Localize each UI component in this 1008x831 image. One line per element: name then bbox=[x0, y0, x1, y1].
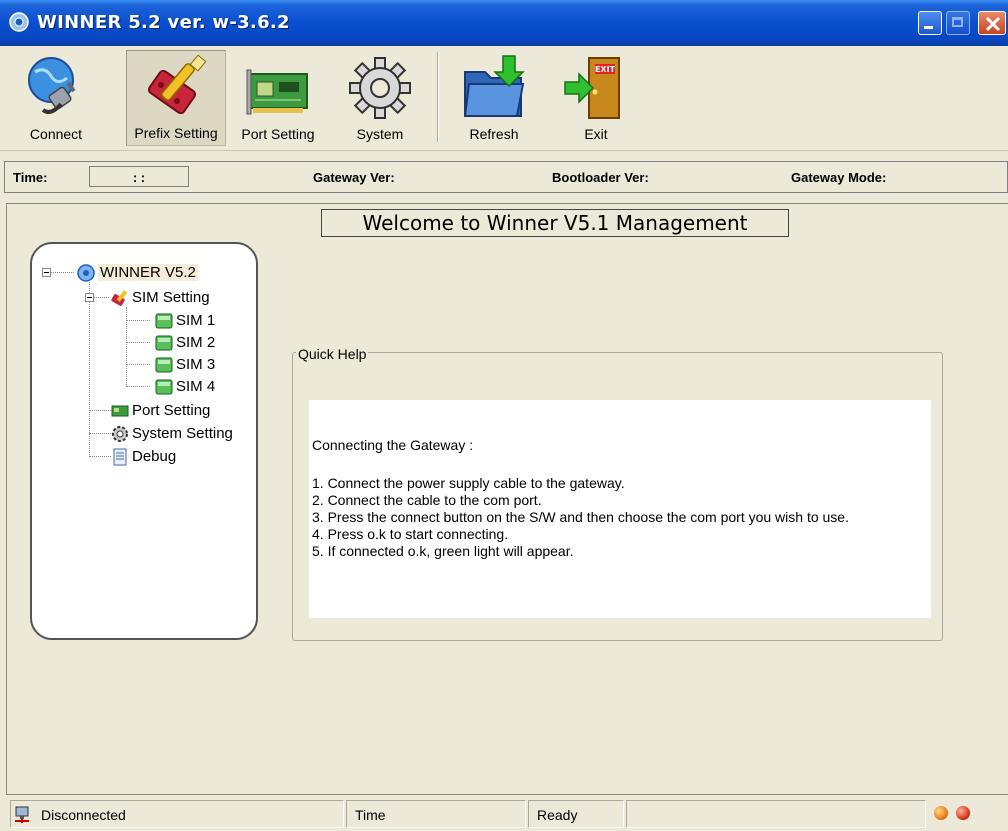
port-setting-card-icon bbox=[246, 69, 308, 115]
tree-sim-setting-label: SIM Setting bbox=[132, 289, 210, 306]
status-state-text: Ready bbox=[537, 807, 578, 823]
minimize-button[interactable] bbox=[918, 11, 942, 35]
tree-debug-label: Debug bbox=[132, 448, 177, 465]
sim-card-icon bbox=[155, 379, 173, 395]
port-setting-label: Port Setting bbox=[241, 126, 315, 142]
tree-line bbox=[126, 342, 150, 343]
tree-line bbox=[126, 386, 150, 387]
tree-port-setting-label: Port Setting bbox=[132, 402, 211, 419]
svg-text:EXIT: EXIT bbox=[595, 65, 616, 74]
gear-globe-icon bbox=[77, 264, 95, 282]
app-gear-icon bbox=[9, 12, 29, 32]
sim-card-icon bbox=[155, 335, 173, 351]
port-setting-card-icon bbox=[111, 405, 129, 417]
tree-line bbox=[89, 456, 111, 457]
exit-door-icon: EXIT bbox=[564, 57, 620, 119]
connect-label: Connect bbox=[29, 126, 83, 142]
tree-collapse-root[interactable] bbox=[42, 268, 51, 277]
tree-line bbox=[93, 297, 109, 298]
quick-help-step: 1. Connect the power supply cable to the… bbox=[312, 475, 625, 491]
maximize-button[interactable] bbox=[946, 11, 970, 35]
refresh-button[interactable]: Refresh bbox=[446, 50, 542, 146]
exit-label: Exit bbox=[584, 126, 608, 142]
tree-sim-label: SIM 4 bbox=[176, 378, 216, 395]
tree-sim-label: SIM 1 bbox=[176, 312, 216, 329]
tree-line bbox=[89, 410, 111, 411]
window-title: WINNER 5.2 ver. w-3.6.2 bbox=[37, 12, 290, 33]
status-state-panel: Ready bbox=[528, 800, 624, 828]
title-bar[interactable]: WINNER 5.2 ver. w-3.6.2 bbox=[0, 0, 1008, 46]
gateway-ver-label: Gateway Ver: bbox=[313, 170, 395, 185]
status-extra-panel bbox=[626, 800, 926, 828]
status-connection-text: Disconnected bbox=[41, 807, 126, 823]
time-display: : : bbox=[89, 166, 189, 187]
quick-help-legend: Quick Help bbox=[296, 346, 369, 362]
status-led-2 bbox=[956, 806, 970, 820]
quick-help-step: 5. If connected o.k, green light will ap… bbox=[312, 543, 574, 559]
port-setting-button[interactable]: Port Setting bbox=[230, 50, 326, 146]
sim-card-icon bbox=[155, 357, 173, 373]
system-label: System bbox=[356, 126, 404, 142]
toolbar-separator bbox=[437, 52, 439, 142]
tree-line bbox=[126, 307, 127, 387]
tree-line bbox=[50, 272, 74, 273]
network-disconnected-icon bbox=[15, 806, 29, 823]
tree-sim-label: SIM 2 bbox=[176, 334, 216, 351]
prefix-setting-button[interactable]: Prefix Setting bbox=[126, 50, 226, 146]
connect-button[interactable]: Connect bbox=[10, 50, 102, 146]
system-gear-icon bbox=[349, 57, 411, 119]
tree-collapse-sim-setting[interactable] bbox=[85, 293, 94, 302]
time-label: Time: bbox=[13, 170, 48, 185]
status-connection-panel: Disconnected bbox=[10, 800, 344, 828]
quick-help-steps: 1. Connect the power supply cable to the… bbox=[312, 475, 849, 560]
info-bar: Time: : : Gateway Ver: Bootloader Ver: G… bbox=[4, 161, 1008, 193]
connect-plug-globe-icon bbox=[28, 57, 76, 114]
close-icon bbox=[985, 16, 1001, 32]
refresh-folder-icon bbox=[463, 55, 525, 117]
tree-line bbox=[89, 282, 90, 457]
status-bar: Disconnected Time Ready bbox=[0, 797, 1008, 831]
quick-help-heading: Connecting the Gateway : bbox=[312, 437, 474, 453]
status-led-1 bbox=[934, 806, 948, 820]
quick-help-step: 2. Connect the cable to the com port. bbox=[312, 492, 542, 508]
tree-line bbox=[89, 433, 111, 434]
toolbar: Connect Prefix Setting Port Setting Syst… bbox=[0, 46, 1008, 151]
gateway-mode-label: Gateway Mode: bbox=[791, 170, 887, 185]
quick-help-content: Connecting the Gateway : 1. Connect the … bbox=[309, 400, 931, 618]
quick-help-step: 3. Press the connect button on the S/W a… bbox=[312, 509, 849, 525]
tree-line bbox=[126, 364, 150, 365]
quick-help-step: 4. Press o.k to start connecting. bbox=[312, 526, 509, 542]
prefix-setting-tools-icon bbox=[147, 55, 207, 115]
tree-system-setting-label: System Setting bbox=[132, 425, 233, 442]
tree-line bbox=[126, 320, 150, 321]
prefix-setting-label: Prefix Setting bbox=[134, 125, 218, 141]
tree-sim-label: SIM 3 bbox=[176, 356, 216, 373]
sim-card-icon bbox=[155, 313, 173, 329]
status-time-text: Time bbox=[355, 807, 386, 823]
prefix-setting-tools-icon bbox=[111, 290, 128, 306]
tree-root-label: WINNER V5.2 bbox=[98, 264, 198, 281]
system-button[interactable]: System bbox=[333, 50, 427, 146]
close-button[interactable] bbox=[978, 11, 1006, 35]
debug-document-icon bbox=[113, 448, 127, 466]
system-gear-icon bbox=[112, 426, 128, 442]
welcome-banner: Welcome to Winner V5.1 Management bbox=[321, 209, 789, 237]
status-time-panel: Time bbox=[346, 800, 526, 828]
exit-button[interactable]: EXIT Exit bbox=[548, 50, 644, 146]
refresh-label: Refresh bbox=[469, 126, 519, 142]
bootloader-ver-label: Bootloader Ver: bbox=[552, 170, 649, 185]
